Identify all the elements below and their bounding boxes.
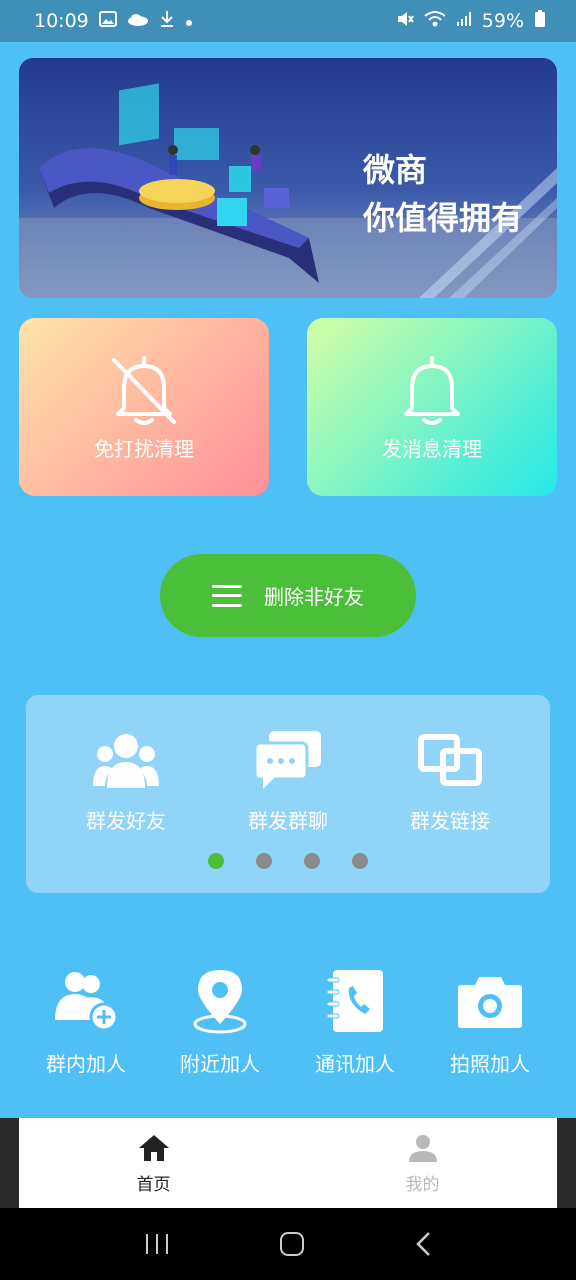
status-bar: 10:09 59% [0,0,576,42]
carousel-dot[interactable] [208,853,224,869]
home-button-icon[interactable] [279,1231,305,1257]
download-icon [159,10,175,33]
broadcast-groups-item[interactable]: 群发群聊 [213,729,363,834]
banner-subtitle: 你值得拥有 [362,199,523,237]
broadcast-friends-item[interactable]: 群发好友 [51,729,201,834]
chat-bubbles-icon [213,729,363,791]
tab-home-label: 首页 [136,1175,171,1195]
message-clean-card[interactable]: 发消息清理 [307,318,557,496]
mute-icon [396,10,414,33]
home-icon [138,1135,169,1161]
bell-off-icon [112,356,176,425]
delete-non-friends-button[interactable]: 删除非好友 [160,554,416,637]
gallery-icon [98,10,117,32]
back-icon[interactable] [414,1231,432,1257]
cloud-icon [127,10,149,32]
broadcast-links-label: 群发链接 [410,809,490,833]
broadcast-links-item[interactable]: 群发链接 [375,729,525,834]
message-clean-label: 发消息清理 [382,437,482,461]
delete-non-friends-label: 删除非好友 [264,585,364,609]
tab-mine[interactable]: 我的 [288,1118,557,1208]
location-pin-icon [160,966,280,1036]
group-icon [51,729,201,791]
group-add-label: 群内加人 [46,1052,126,1076]
dnd-clean-card[interactable]: 免打扰清理 [19,318,269,496]
status-right: 59% [396,9,546,33]
photo-add-label: 拍照加人 [450,1052,530,1076]
contacts-add-item[interactable]: 通讯加人 [295,966,415,1077]
broadcast-friends-label: 群发好友 [86,809,166,833]
dnd-clean-label: 免打扰清理 [94,437,194,461]
carousel-dot[interactable] [256,853,272,869]
system-nav-bar [0,1208,576,1280]
carousel-dot[interactable] [304,853,320,869]
battery-percent: 59% [481,10,524,32]
banner-title: 微商 [362,151,427,189]
bell-icon [404,356,460,425]
nearby-add-item[interactable]: 附近加人 [160,966,280,1077]
person-icon [408,1135,437,1162]
group-add-item[interactable]: 群内加人 [26,966,146,1077]
bottom-tab-bar: 首页 我的 [19,1118,557,1208]
notification-dot-icon [185,10,193,32]
banner-slogan: 微商 你值得拥有 [363,146,523,242]
status-left: 10:09 [34,10,193,33]
tab-home[interactable]: 首页 [19,1118,288,1208]
tab-mine-label: 我的 [405,1175,440,1195]
battery-icon [534,9,546,33]
contacts-add-label: 通讯加人 [315,1052,395,1076]
contacts-book-icon [295,966,415,1036]
tabbar-frame: 首页 我的 [0,1118,576,1208]
status-time: 10:09 [34,10,89,32]
promo-banner[interactable]: 微商 你值得拥有 [19,58,557,298]
menu-icon [212,584,242,607]
broadcast-panel: 群发好友 群发群聊 群发链接 [26,695,550,893]
camera-icon [430,966,550,1036]
nearby-add-label: 附近加人 [180,1052,260,1076]
photo-add-item[interactable]: 拍照加人 [430,966,550,1077]
wifi-icon [424,10,446,33]
group-add-icon [26,966,146,1036]
signal-icon [456,10,472,32]
carousel-indicator [208,853,368,869]
carousel-dot[interactable] [352,853,368,869]
link-icon [375,729,525,791]
broadcast-groups-label: 群发群聊 [248,809,328,833]
recent-apps-icon[interactable] [144,1232,170,1256]
